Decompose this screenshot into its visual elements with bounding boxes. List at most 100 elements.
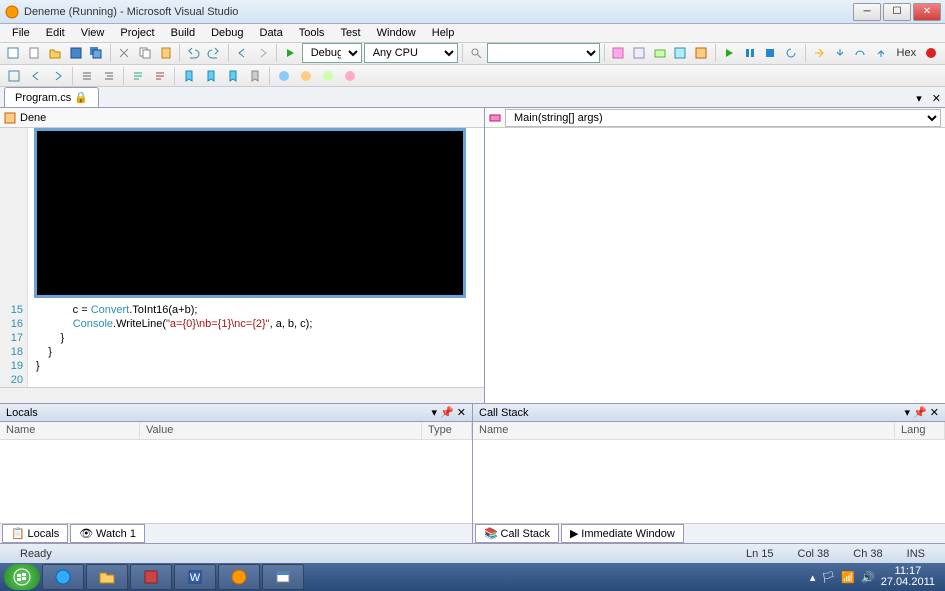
- new-file-icon[interactable]: [25, 43, 44, 63]
- open-icon[interactable]: [46, 43, 65, 63]
- col-name[interactable]: Name: [0, 422, 140, 439]
- taskbar-vs[interactable]: [218, 564, 260, 590]
- tray-volume-icon[interactable]: 🔊: [861, 571, 875, 584]
- tool1-icon[interactable]: [274, 66, 294, 86]
- find-icon[interactable]: [467, 43, 486, 63]
- tray-flag-icon[interactable]: 🏳: [821, 571, 835, 584]
- menu-debug[interactable]: Debug: [203, 25, 251, 41]
- taskbar-console[interactable]: [262, 564, 304, 590]
- pin-icon[interactable]: 📌: [440, 406, 454, 419]
- next-bookmark-icon[interactable]: [223, 66, 243, 86]
- start-icon[interactable]: [281, 43, 300, 63]
- nav-back-icon[interactable]: [232, 43, 251, 63]
- minimize-button[interactable]: ─: [853, 3, 881, 21]
- step-out-icon[interactable]: [872, 43, 891, 63]
- find-dropdown[interactable]: [487, 43, 600, 63]
- close-icon[interactable]: ✕: [930, 406, 939, 419]
- maximize-button[interactable]: ☐: [883, 3, 911, 21]
- callstack-header[interactable]: Call Stack ▾ 📌 ✕: [473, 404, 945, 422]
- dropdown-icon[interactable]: ▾: [912, 90, 926, 107]
- taskbar-word[interactable]: W: [174, 564, 216, 590]
- callstack-body[interactable]: [473, 440, 945, 523]
- col-type[interactable]: Type: [422, 422, 472, 439]
- taskbar-ie[interactable]: [42, 564, 84, 590]
- clear-bookmark-icon[interactable]: [245, 66, 265, 86]
- menu-file[interactable]: File: [4, 25, 38, 41]
- tray-clock[interactable]: 11:17 27.04.2011: [881, 566, 935, 588]
- col-name[interactable]: Name: [473, 422, 895, 439]
- back-icon[interactable]: [26, 66, 46, 86]
- pin-icon[interactable]: 📌: [913, 406, 927, 419]
- tool4-icon[interactable]: [340, 66, 360, 86]
- tab-program-cs[interactable]: Program.cs 🔒: [4, 87, 99, 107]
- tab-watch1[interactable]: 👁 Watch 1: [70, 524, 145, 543]
- save-icon[interactable]: [66, 43, 85, 63]
- editor-right-body[interactable]: [485, 128, 945, 403]
- tray-network-icon[interactable]: 📶: [841, 571, 855, 584]
- tab-locals[interactable]: 📋 Locals: [2, 524, 68, 543]
- tool2-icon[interactable]: [296, 66, 316, 86]
- locals-body[interactable]: [0, 440, 472, 523]
- tab-immediate[interactable]: ▶ Immediate Window: [561, 524, 684, 543]
- increase-indent-icon[interactable]: [99, 66, 119, 86]
- menu-window[interactable]: Window: [369, 25, 424, 41]
- tool3-icon[interactable]: [318, 66, 338, 86]
- status-ins: INS: [895, 548, 937, 560]
- col-value[interactable]: Value: [140, 422, 422, 439]
- close-button[interactable]: ✕: [913, 3, 941, 21]
- solution-explorer-icon[interactable]: [609, 43, 628, 63]
- menu-test[interactable]: Test: [332, 25, 368, 41]
- forward-icon[interactable]: [48, 66, 68, 86]
- locals-header[interactable]: Locals ▾ 📌 ✕: [0, 404, 472, 422]
- menu-help[interactable]: Help: [424, 25, 463, 41]
- tray-arrow-icon[interactable]: ▴: [810, 571, 816, 584]
- start-button[interactable]: [4, 564, 40, 590]
- bookmark-icon[interactable]: [179, 66, 199, 86]
- new-project-icon[interactable]: [4, 43, 23, 63]
- breakpoints-icon[interactable]: [922, 43, 941, 63]
- menu-data[interactable]: Data: [252, 25, 291, 41]
- show-next-statement-icon[interactable]: [809, 43, 828, 63]
- redo-icon[interactable]: [205, 43, 224, 63]
- properties-icon[interactable]: [629, 43, 648, 63]
- config-dropdown[interactable]: Debug: [302, 43, 362, 63]
- console-window[interactable]: [34, 128, 466, 298]
- nav-forward-icon[interactable]: [253, 43, 272, 63]
- close-doc-icon[interactable]: ✕: [928, 90, 945, 107]
- step-over-icon[interactable]: [851, 43, 870, 63]
- continue-icon[interactable]: [719, 43, 738, 63]
- member-dropdown[interactable]: Main(string[] args): [505, 109, 941, 127]
- dropdown-icon[interactable]: ▾: [432, 406, 438, 419]
- menu-edit[interactable]: Edit: [38, 25, 73, 41]
- menu-tools[interactable]: Tools: [291, 25, 333, 41]
- platform-dropdown[interactable]: Any CPU: [364, 43, 458, 63]
- toolbox-icon[interactable]: [650, 43, 669, 63]
- hex-label[interactable]: Hex: [893, 47, 921, 59]
- uncomment-icon[interactable]: [150, 66, 170, 86]
- taskbar-explorer[interactable]: [86, 564, 128, 590]
- dropdown-icon[interactable]: ▾: [905, 406, 911, 419]
- cut-icon[interactable]: [115, 43, 134, 63]
- menu-build[interactable]: Build: [163, 25, 203, 41]
- stop-icon[interactable]: [761, 43, 780, 63]
- close-icon[interactable]: ✕: [457, 406, 466, 419]
- tab-callstack[interactable]: 📚 Call Stack: [475, 524, 559, 543]
- menu-view[interactable]: View: [73, 25, 113, 41]
- col-lang[interactable]: Lang: [895, 422, 945, 439]
- extension-icon[interactable]: [692, 43, 711, 63]
- save-all-icon[interactable]: [87, 43, 106, 63]
- copy-icon[interactable]: [136, 43, 155, 63]
- comment-icon[interactable]: [128, 66, 148, 86]
- paste-icon[interactable]: [156, 43, 175, 63]
- taskbar-app1[interactable]: [130, 564, 172, 590]
- restart-icon[interactable]: [782, 43, 801, 63]
- menu-project[interactable]: Project: [112, 25, 162, 41]
- start-page-icon[interactable]: [671, 43, 690, 63]
- step-into-icon[interactable]: [830, 43, 849, 63]
- decrease-indent-icon[interactable]: [77, 66, 97, 86]
- prev-bookmark-icon[interactable]: [201, 66, 221, 86]
- horizontal-scrollbar[interactable]: [0, 387, 484, 403]
- undo-icon[interactable]: [184, 43, 203, 63]
- object-browser-icon[interactable]: [4, 66, 24, 86]
- break-all-icon[interactable]: [740, 43, 759, 63]
